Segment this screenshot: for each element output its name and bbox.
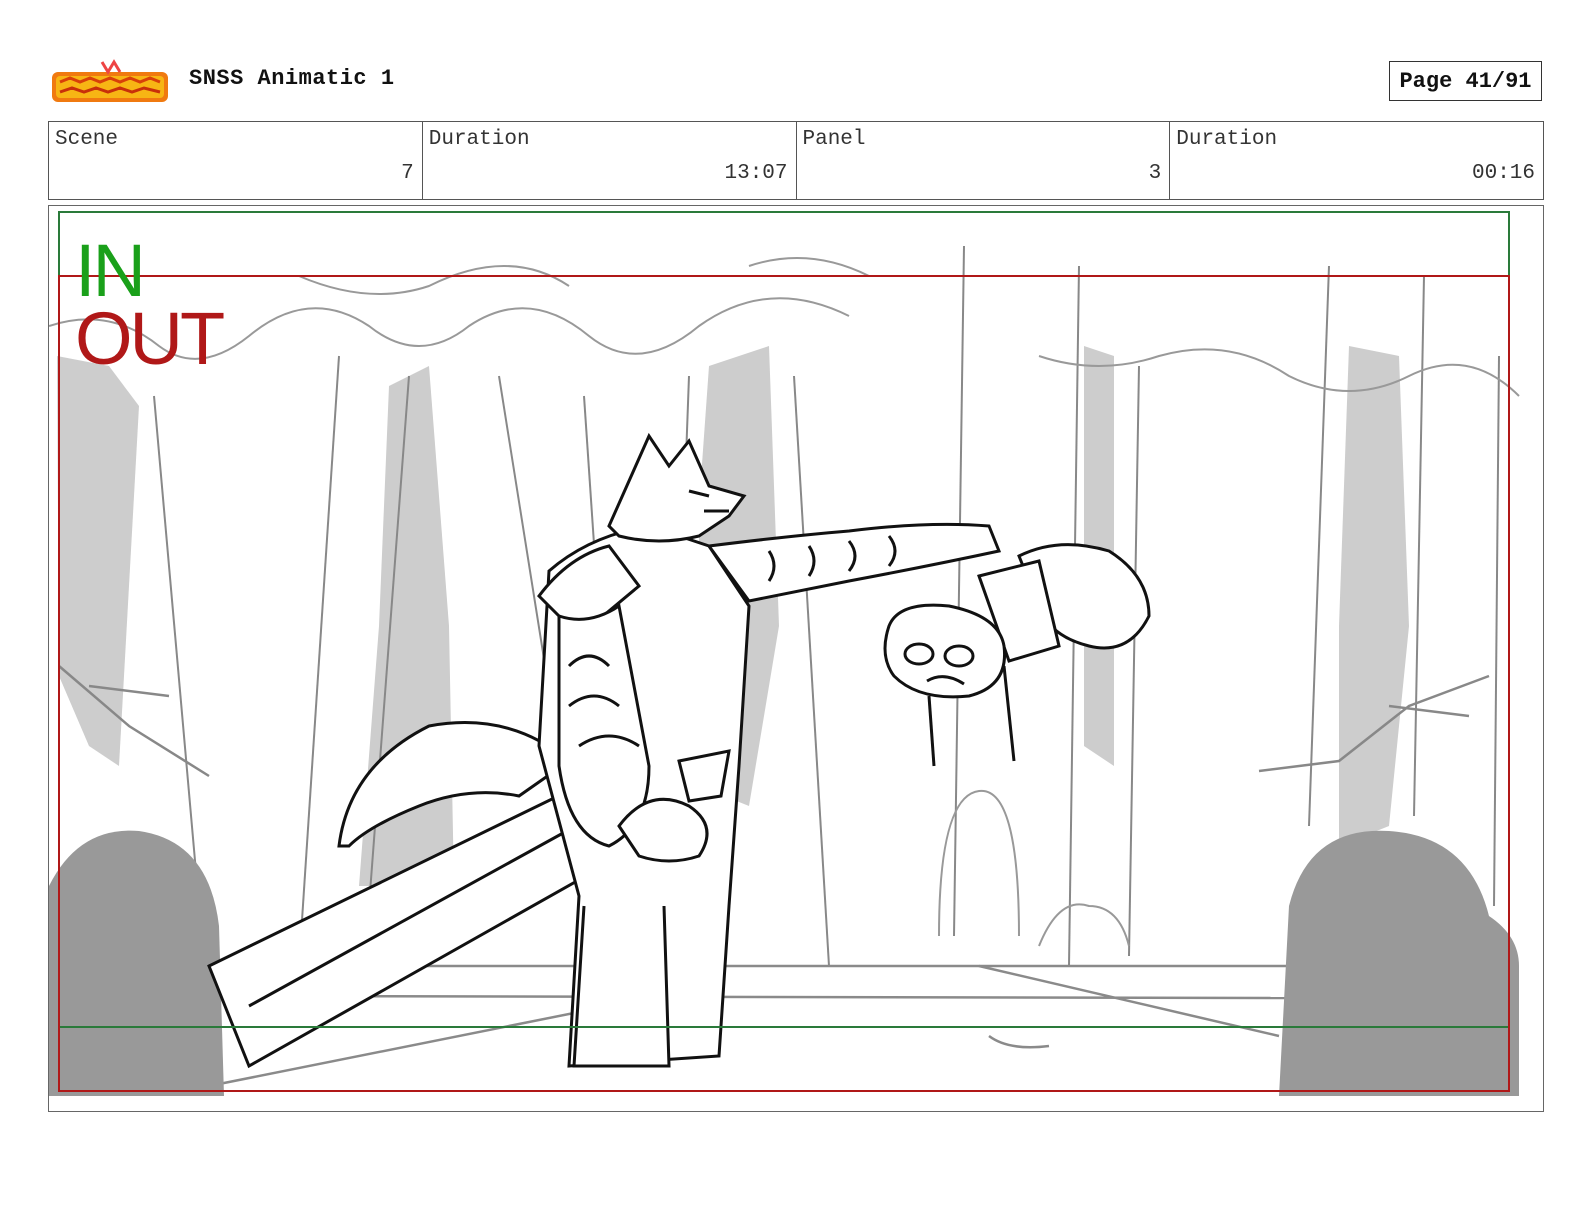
storyboard-sketch (49, 211, 1520, 1096)
panel-value: 3 (1148, 162, 1162, 185)
scene-duration-label: Duration (428, 128, 530, 151)
out-frame-label: OUT (75, 297, 225, 380)
document-title: SNSS Animatic 1 (189, 66, 395, 91)
scene-info-table: Scene 7 Duration 13:07 Panel 3 Duration … (48, 121, 1544, 200)
scene-label: Scene (55, 128, 119, 151)
panel-cell: Panel 3 (797, 122, 1171, 199)
scene-duration-value: 13:07 (724, 162, 788, 185)
panel-duration-label: Duration (1176, 128, 1278, 151)
show-logo (50, 58, 170, 106)
scene-cell: Scene 7 (49, 122, 423, 199)
ruins-arch (938, 789, 1020, 937)
page-indicator: Page 41/91 (1389, 61, 1542, 101)
branches (58, 665, 1490, 778)
panel-duration-cell: Duration 00:16 (1170, 122, 1543, 199)
tree-outlines (153, 245, 1500, 967)
scene-value: 7 (401, 162, 414, 185)
panel-duration-value: 00:16 (1471, 162, 1535, 185)
storyboard-panel: IN OUT (48, 205, 1544, 1112)
scene-duration-cell: Duration 13:07 (423, 122, 797, 199)
panel-label: Panel (802, 128, 866, 151)
canopy (49, 257, 1520, 397)
